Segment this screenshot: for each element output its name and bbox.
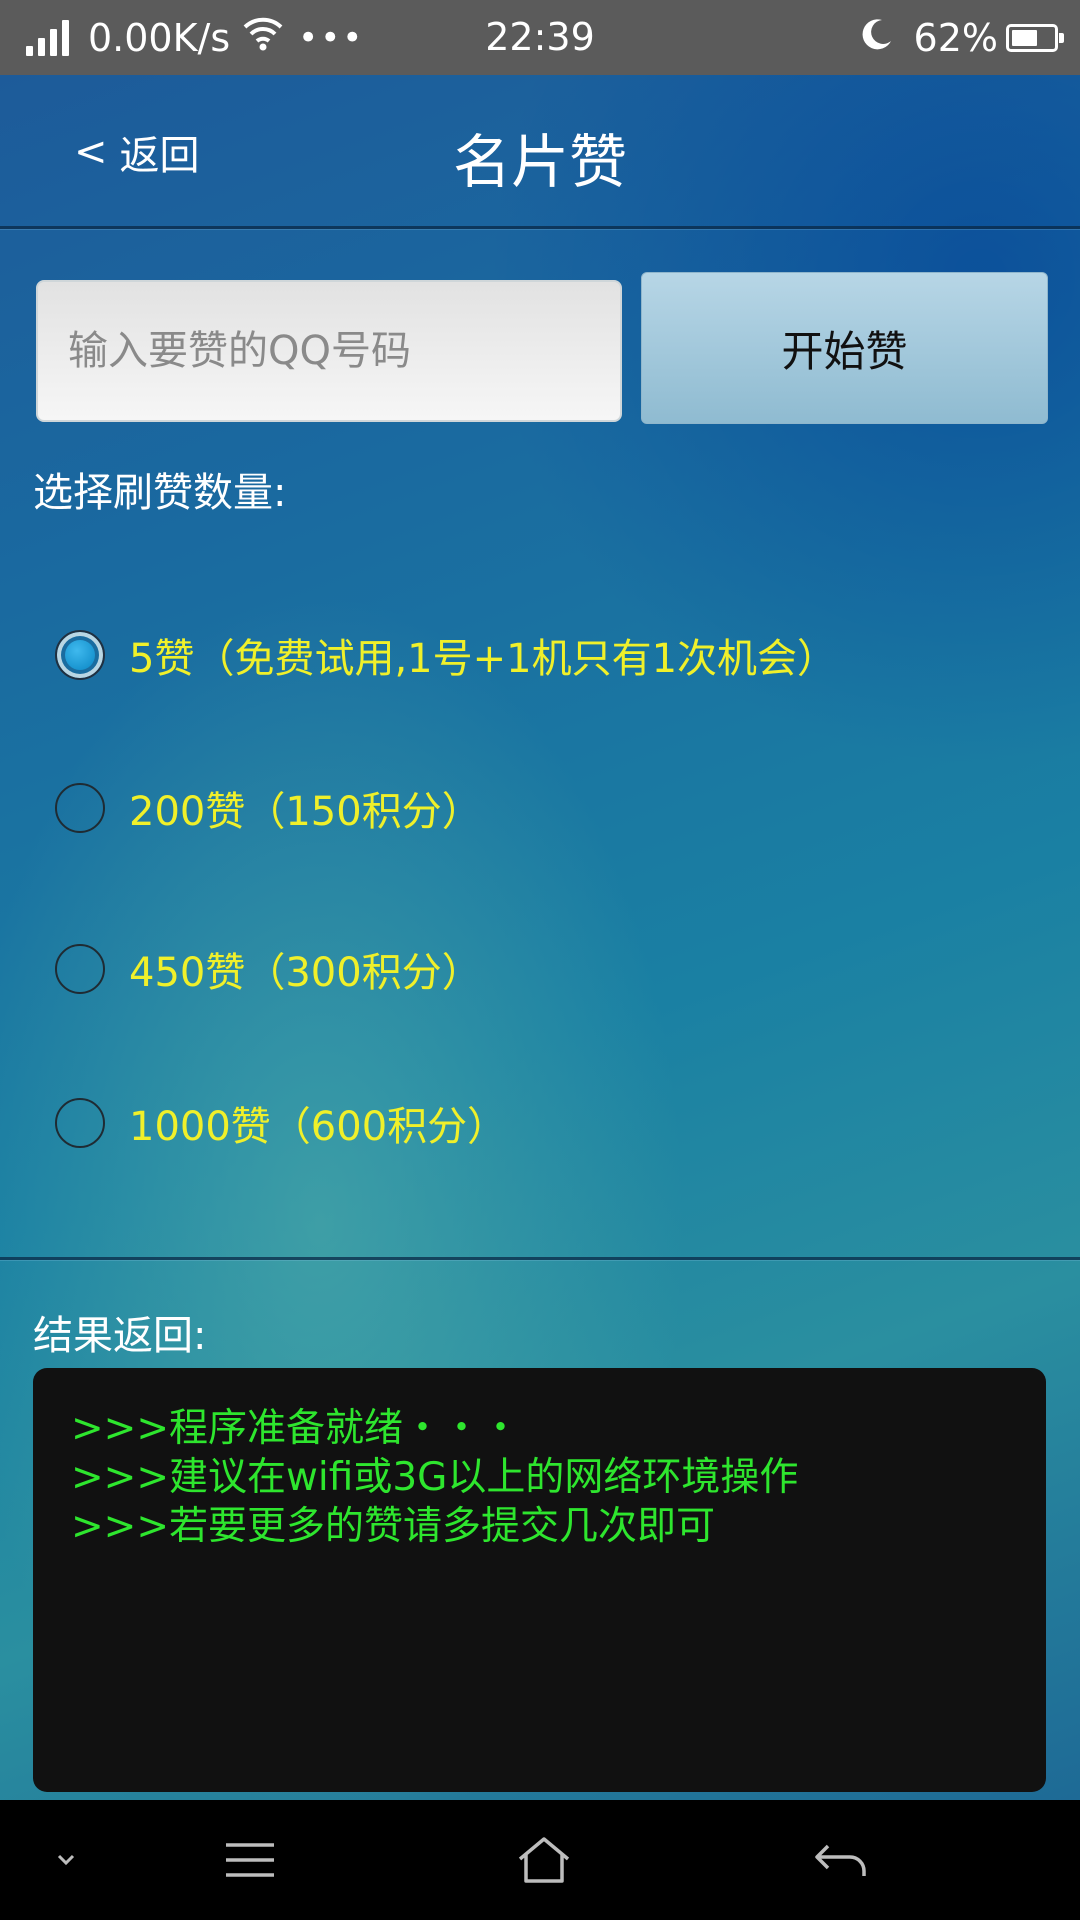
console-line: >>>建议在wifi或3G以上的网络环境操作 — [71, 1455, 799, 1500]
start-like-button[interactable]: 开始赞 — [641, 272, 1048, 424]
back-button[interactable]: < 返回 — [74, 123, 200, 181]
option-label: 450赞（300积分） — [129, 950, 482, 996]
result-console: >>>程序准备就绪・・・ >>>建议在wifi或3G以上的网络环境操作 >>>若… — [33, 1368, 1046, 1792]
moon-icon — [860, 16, 894, 60]
header-divider — [0, 226, 1080, 229]
status-bar: 0.00K/s ••• 22:39 62% — [0, 0, 1080, 75]
header: < 返回 名片赞 — [0, 75, 1080, 227]
option-200-likes[interactable]: 200赞（150积分） — [55, 778, 482, 838]
more-notifications-icon: ••• — [298, 17, 365, 58]
option-label: 5赞（免费试用,1号+1机只有1次机会） — [129, 636, 838, 682]
wifi-icon — [242, 15, 284, 60]
option-label: 1000赞（600积分） — [129, 1104, 508, 1150]
status-right: 62% — [860, 0, 1064, 75]
qq-number-input[interactable] — [36, 280, 622, 422]
battery-icon — [1006, 23, 1064, 52]
option-5-likes[interactable]: 5赞（免费试用,1号+1机只有1次机会） — [55, 625, 837, 685]
quantity-label: 选择刷赞数量: — [33, 470, 287, 516]
chevron-down-icon[interactable] — [6, 1800, 126, 1920]
result-label: 结果返回: — [33, 1313, 207, 1359]
signal-icon — [26, 19, 74, 56]
network-speed: 0.00K/s — [88, 15, 231, 60]
status-left: 0.00K/s ••• — [26, 0, 364, 75]
battery-percent: 62% — [913, 15, 998, 60]
app-content: < 返回 名片赞 开始赞 选择刷赞数量: 5赞（免费试用,1号+1机只有1次机会… — [0, 75, 1080, 1800]
chevron-left-icon: < — [74, 129, 108, 175]
radio-button[interactable] — [55, 944, 105, 994]
section-divider — [0, 1257, 1080, 1260]
radio-button[interactable] — [55, 783, 105, 833]
radio-button-selected[interactable] — [55, 630, 105, 680]
back-arrow-icon[interactable] — [780, 1800, 900, 1920]
option-label: 200赞（150积分） — [129, 789, 482, 835]
option-1000-likes[interactable]: 1000赞（600积分） — [55, 1093, 507, 1153]
console-line: >>>若要更多的赞请多提交几次即可 — [71, 1504, 716, 1549]
menu-icon[interactable] — [190, 1800, 310, 1920]
home-icon[interactable] — [484, 1800, 604, 1920]
option-450-likes[interactable]: 450赞（300积分） — [55, 939, 482, 999]
back-label: 返回 — [119, 133, 200, 179]
radio-button[interactable] — [55, 1098, 105, 1148]
screen: 0.00K/s ••• 22:39 62% < 返回 名片赞 输入要赞的QQ号码… — [0, 0, 1080, 1920]
navigation-bar — [0, 1800, 1080, 1920]
console-line: >>>程序准备就绪・・・ — [71, 1406, 521, 1451]
